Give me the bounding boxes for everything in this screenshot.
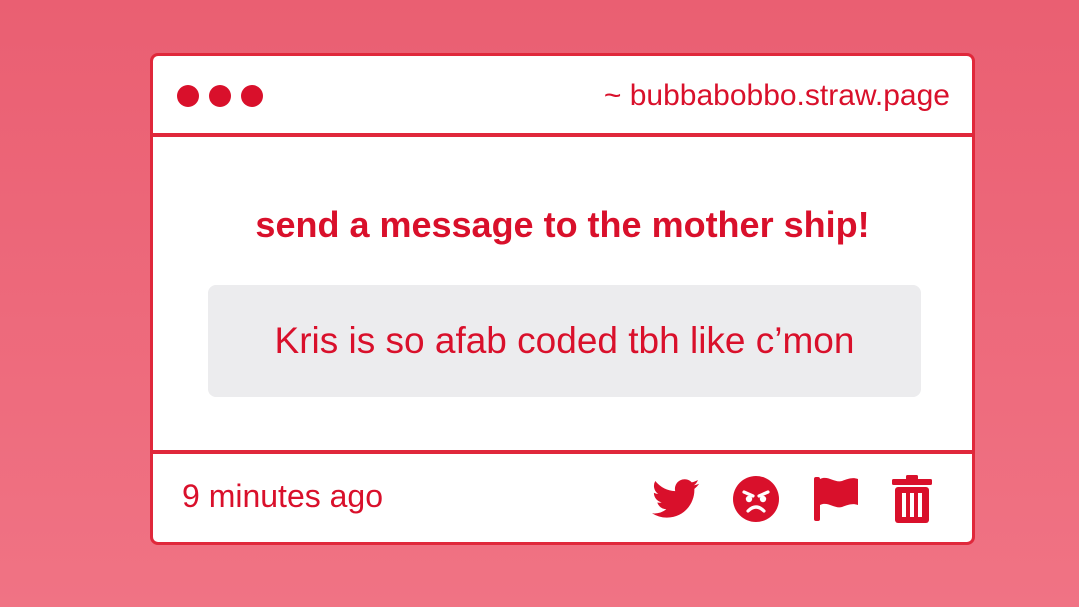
window-controls [177,85,263,107]
page-heading: send a message to the mother ship! [255,204,870,245]
message-box: Kris is so afab coded tbh like c’mon [208,285,921,397]
title-bar: ~ bubbabobbo.straw.page [153,56,972,137]
timestamp: 9 minutes ago [182,478,384,514]
share-twitter-button[interactable] [652,479,700,519]
page-url-link[interactable]: ~ bubbabobbo.straw.page [604,78,950,114]
message-footer: 9 minutes ago [153,450,972,542]
flag-icon [814,477,858,521]
angry-face-icon [733,476,779,522]
message-content: send a message to the mother ship! Kris … [153,137,972,455]
action-bar [652,474,932,524]
window-dot [209,85,231,107]
window-dot [241,85,263,107]
delete-button[interactable] [892,475,932,523]
trash-icon [892,475,932,523]
report-button[interactable] [812,475,860,523]
twitter-icon [652,479,700,518]
react-angry-button[interactable] [732,475,780,523]
window-dot [177,85,199,107]
message-text: Kris is so afab coded tbh like c’mon [274,320,855,361]
message-window: ~ bubbabobbo.straw.page send a message t… [150,53,975,545]
